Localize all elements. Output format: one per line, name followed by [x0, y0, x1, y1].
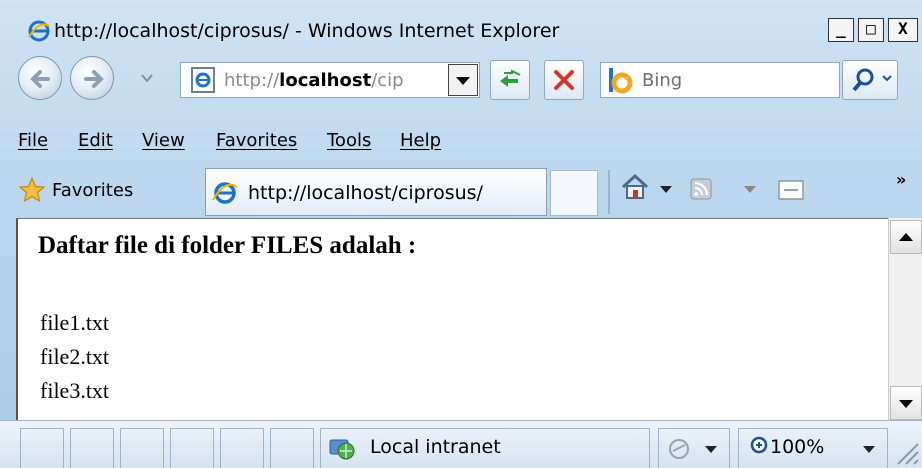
menu-edit[interactable]: Edit	[78, 130, 113, 151]
protected-mode-pane[interactable]	[658, 428, 730, 468]
bing-icon	[606, 66, 636, 94]
menu-help[interactable]: Help	[400, 130, 441, 151]
menu-file[interactable]: File	[18, 130, 48, 151]
rss-feed-icon[interactable]	[690, 178, 712, 200]
close-button[interactable]: X	[888, 18, 918, 42]
mail-icon[interactable]	[778, 180, 804, 200]
file-list-item: file2.txt	[40, 344, 110, 369]
refresh-icon	[500, 69, 521, 87]
refresh-button[interactable]	[490, 60, 530, 100]
address-scheme: http://	[224, 70, 280, 91]
search-input[interactable]	[600, 62, 840, 98]
tab-title: http://localhost/ciprosus/	[248, 182, 483, 204]
zoom-dropdown-icon	[863, 446, 875, 453]
arrow-down-icon	[899, 400, 913, 408]
ie-logo-icon	[28, 20, 50, 42]
forward-icon	[84, 70, 104, 88]
status-pane	[120, 428, 164, 468]
favorites-label[interactable]: Favorites	[52, 180, 133, 201]
security-zone-label: Local intranet	[370, 436, 501, 458]
arrow-up-icon	[899, 233, 913, 241]
page-heading: Daftar file di folder FILES adalah :	[38, 232, 417, 259]
address-path: /cip	[371, 70, 404, 91]
protected-mode-icon	[669, 439, 717, 459]
toolbar-overflow-icon[interactable]: »	[896, 170, 906, 189]
status-pane	[270, 428, 314, 468]
stop-button[interactable]	[544, 60, 584, 100]
menu-favorites[interactable]: Favorites	[216, 130, 297, 151]
forward-button[interactable]	[70, 56, 114, 100]
status-pane	[170, 428, 214, 468]
window-title: http://localhost/ciprosus/ - Windows Int…	[54, 20, 560, 42]
page-icon	[190, 66, 216, 94]
address-host: localhost	[279, 70, 372, 91]
address-text[interactable]: http://localhost/cip	[224, 70, 454, 91]
status-pane	[20, 428, 64, 468]
back-icon	[30, 70, 50, 88]
resize-grip-icon[interactable]	[892, 436, 920, 466]
minimize-button[interactable]: _	[828, 18, 854, 42]
new-tab-button[interactable]	[550, 170, 598, 216]
status-pane	[70, 428, 114, 468]
stop-icon	[554, 70, 574, 90]
scroll-up-button[interactable]	[890, 220, 922, 254]
search-button[interactable]	[842, 60, 898, 100]
toolbar-divider	[608, 170, 610, 214]
search-placeholder: Bing	[642, 70, 683, 91]
menu-tools[interactable]: Tools	[327, 130, 371, 151]
address-dropdown-button[interactable]	[448, 64, 478, 96]
back-button[interactable]	[18, 56, 62, 100]
maximize-button[interactable]: □	[858, 18, 884, 42]
ie-tab-icon	[212, 180, 238, 206]
home-dropdown-icon[interactable]	[660, 186, 672, 193]
intranet-globe-icon	[328, 434, 356, 462]
home-icon[interactable]	[620, 172, 650, 202]
menu-bar	[0, 112, 922, 162]
scroll-down-button[interactable]	[890, 386, 922, 420]
menu-view[interactable]: View	[142, 130, 185, 151]
file-list-item: file3.txt	[40, 378, 110, 403]
recent-pages-dropdown[interactable]	[140, 70, 154, 84]
chevron-down-icon	[456, 77, 470, 85]
zoom-level: 100%	[770, 436, 825, 458]
feeds-dropdown-icon[interactable]	[744, 186, 756, 193]
file-list-item: file1.txt	[40, 310, 110, 335]
search-icon	[852, 68, 892, 92]
status-pane	[220, 428, 264, 468]
favorites-star-icon[interactable]	[18, 176, 46, 204]
